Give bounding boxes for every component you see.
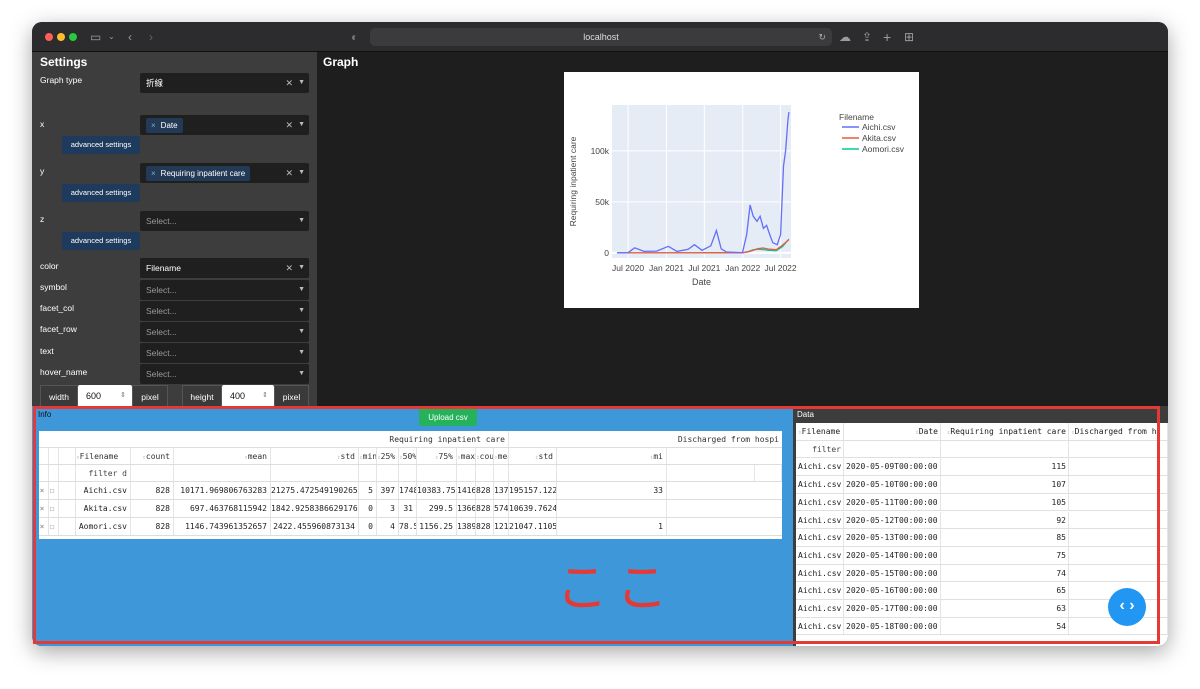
chevron-down-icon[interactable]: ▼ [298,163,305,183]
line-chart[interactable]: Jul 2020 Jan 2021 Jul 2021 Jan 2022 Jul 2022… [564,72,919,308]
graph-type-select[interactable]: 折線 ✕ ▼ [140,73,309,93]
y-tick-label: 100k [591,146,610,156]
cloud-icon[interactable]: ☁ [839,30,851,44]
facet-row-select[interactable]: Select... ▼ [140,322,309,342]
color-label: color [40,261,59,271]
chevron-down-icon[interactable]: ▼ [298,343,305,363]
chevron-down-icon[interactable]: ▼ [298,258,305,278]
x-chip: × Date [146,118,183,133]
browser-toolbar: ▭ ⌄ ‹ › ◐ localhost ↻ ☁ ⇪ + ⊞ [32,22,1168,52]
x-tick-label: Jan 2021 [649,263,684,273]
y-tick-label: 0 [604,248,609,258]
minimize-window-button[interactable] [57,33,65,41]
settings-panel: Settings Graph type 折線 ✕ ▼ x × Date ✕ ▼ adv… [32,52,317,407]
graph-type-label: Graph type [40,75,83,85]
graph-panel: Graph Jul 2020 Jan 2021 Jul 2021 Jan 2022 Ju… [317,52,1168,406]
x-tick-label: Jul 2020 [612,263,644,273]
chip-remove-icon[interactable]: × [151,121,156,130]
x-select[interactable]: × Date ✕ ▼ [140,115,309,135]
z-advanced-settings-button[interactable]: advanced settings [62,232,140,250]
legend-title: Filename [839,112,874,122]
privacy-shield-icon[interactable]: ◐ [351,30,358,44]
zoom-window-button[interactable] [69,33,77,41]
address-bar[interactable]: localhost ↻ [370,28,832,46]
symbol-select[interactable]: Select... ▼ [140,280,309,300]
y-advanced-settings-button[interactable]: advanced settings [62,184,140,202]
hover-name-label: hover_name [40,367,88,377]
chevron-down-icon[interactable]: ▼ [298,301,305,321]
height-pixel-label: pixel [274,385,309,407]
x-label: x [40,119,45,129]
chip-remove-icon[interactable]: × [151,169,156,178]
close-window-button[interactable] [45,33,53,41]
text-placeholder: Select... [146,348,177,358]
facet-col-placeholder: Select... [146,306,177,316]
width-value: 600 [86,391,102,401]
back-icon[interactable]: ‹ [128,30,132,44]
reload-icon[interactable]: ↻ [818,28,826,46]
width-label: width [40,385,78,407]
z-placeholder: Select... [146,216,177,226]
width-input[interactable]: 600 ⇕ [78,385,132,407]
clear-icon[interactable]: ✕ [285,163,293,183]
chevron-down-icon[interactable]: ▼ [298,115,305,135]
chevron-down-icon[interactable]: ▼ [298,280,305,300]
color-value: Filename [146,263,181,273]
text-select[interactable]: Select... ▼ [140,343,309,363]
width-pixel-label: pixel [132,385,168,407]
x-tick-label: Jul 2021 [688,263,720,273]
x-tick-label: Jul 2022 [764,263,796,273]
chevron-down-icon[interactable]: ▼ [298,364,305,384]
height-value: 400 [230,391,246,401]
plot-area [612,105,791,258]
z-label: z [40,214,45,224]
clear-icon[interactable]: ✕ [285,258,293,278]
y-select[interactable]: × Requiring inpatient care ✕ ▼ [140,163,309,183]
height-label: height [182,385,222,407]
clear-icon[interactable]: ✕ [285,115,293,135]
chevron-down-icon[interactable]: ▼ [298,211,305,231]
chevron-down-icon[interactable]: ▼ [298,73,305,93]
url-text: localhost [583,32,619,42]
facet-col-select[interactable]: Select... ▼ [140,301,309,321]
plot-container[interactable]: Jul 2020 Jan 2021 Jul 2021 Jan 2022 Jul 2022… [564,72,919,308]
share-icon[interactable]: ⇪ [862,30,872,44]
settings-title: Settings [40,55,88,69]
clear-icon[interactable]: ✕ [285,73,293,93]
stepper-icon[interactable]: ⇕ [120,385,126,407]
chevron-down-icon[interactable]: ▼ [298,322,305,342]
hover-name-select[interactable]: Select... ▼ [140,364,309,384]
facet-row-label: facet_row [40,324,77,334]
stepper-icon[interactable]: ⇕ [262,385,268,407]
y-tick-label: 50k [595,197,609,207]
y-label: y [40,166,45,176]
y-value: Requiring inpatient care [160,169,246,178]
highlight-box [33,406,1160,644]
legend-item[interactable]: Akita.csv [862,133,897,143]
new-tab-icon[interactable]: + [883,30,891,44]
forward-icon[interactable]: › [149,30,153,44]
tab-overview-icon[interactable]: ⊞ [904,30,914,44]
graph-type-value: 折線 [146,78,164,88]
x-axis-title: Date [692,277,711,287]
color-select[interactable]: Filename ✕ ▼ [140,258,309,278]
legend-item[interactable]: Aomori.csv [862,144,905,154]
symbol-label: symbol [40,282,67,292]
hover-name-placeholder: Select... [146,369,177,379]
height-input[interactable]: 400 ⇕ [222,385,274,407]
y-axis-title: Requiring inpatient care [568,136,578,226]
legend-item[interactable]: Aichi.csv [862,122,896,132]
facet-col-label: facet_col [40,303,75,313]
text-label: text [40,346,54,356]
x-advanced-settings-button[interactable]: advanced settings [62,136,140,154]
chevron-down-icon[interactable]: ⌄ [108,30,115,44]
facet-row-placeholder: Select... [146,327,177,337]
symbol-placeholder: Select... [146,285,177,295]
y-chip: × Requiring inpatient care [146,166,251,181]
sidebar-icon[interactable]: ▭ [90,30,101,44]
graph-title: Graph [323,55,359,69]
x-tick-label: Jan 2022 [725,263,760,273]
x-value: Date [160,121,178,130]
z-select[interactable]: Select... ▼ [140,211,309,231]
